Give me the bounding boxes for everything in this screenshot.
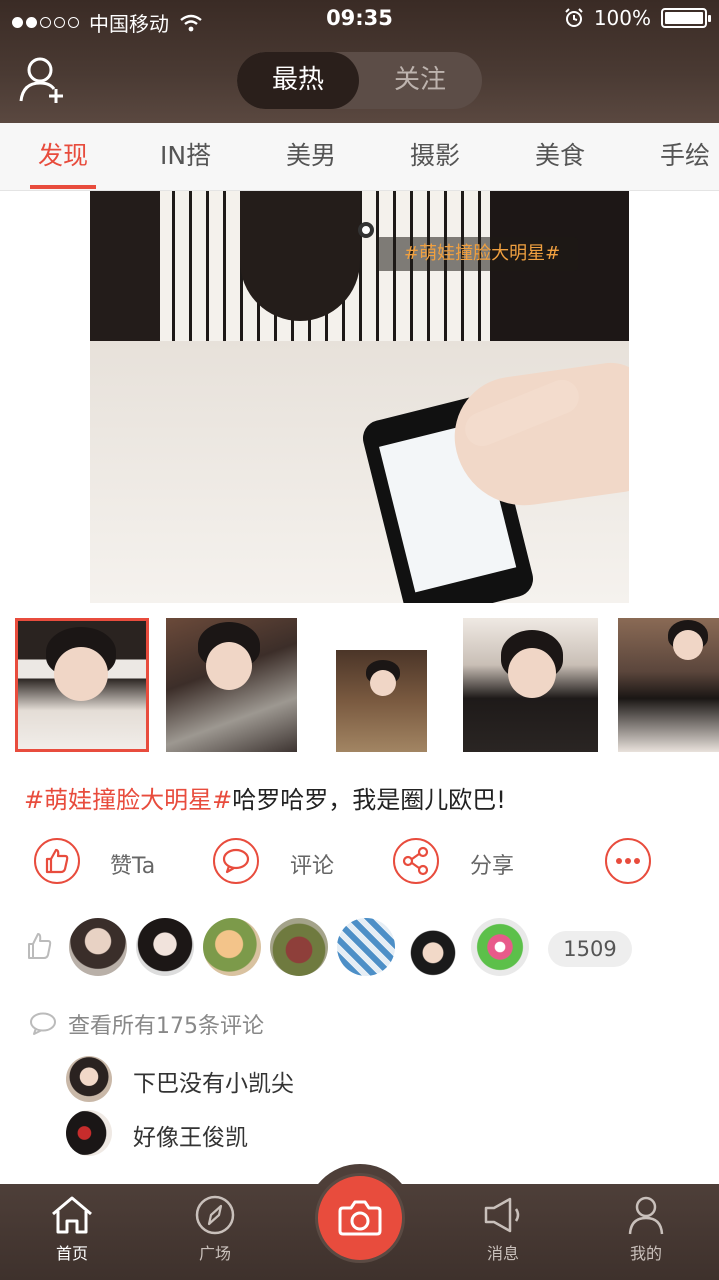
like-label[interactable]: 赞Ta xyxy=(110,848,155,880)
main-photo[interactable]: #萌娃撞脸大明星# xyxy=(90,191,629,603)
top-header: 中国移动 09:35 100% 最热 关注 xyxy=(0,0,719,123)
person-icon xyxy=(628,1196,664,1235)
tab-photography[interactable]: 摄影 xyxy=(410,123,460,191)
photo-thumbnail[interactable] xyxy=(15,618,149,752)
tab-food[interactable]: 美食 xyxy=(535,123,585,191)
tab-in-style[interactable]: IN搭 xyxy=(160,123,211,191)
tab-messages-label: 消息 xyxy=(486,1244,519,1263)
liker-avatar[interactable] xyxy=(203,918,261,976)
photo-thumbnail[interactable] xyxy=(166,618,297,752)
tab-drawing[interactable]: 手绘 xyxy=(660,123,710,191)
liker-avatar[interactable] xyxy=(471,918,529,976)
photo-topic-tag[interactable]: #萌娃撞脸大明星# xyxy=(376,237,579,271)
segment-following[interactable]: 关注 xyxy=(359,52,481,109)
camera-button[interactable] xyxy=(315,1173,405,1263)
tab-square[interactable]: 广场 xyxy=(180,1194,250,1264)
tab-home-label: 首页 xyxy=(55,1244,88,1263)
more-button[interactable] xyxy=(605,838,651,884)
share-label[interactable]: 分享 xyxy=(470,848,514,880)
like-icon xyxy=(45,848,69,874)
like-icon xyxy=(28,933,52,959)
tab-me-label: 我的 xyxy=(629,1244,662,1263)
comment-button[interactable] xyxy=(213,838,259,884)
liker-avatar[interactable] xyxy=(136,918,194,976)
caption-hashtag[interactable]: #萌娃撞脸大明星# xyxy=(24,786,232,814)
comment-text: 好像王俊凯 xyxy=(133,1125,248,1151)
liker-avatar[interactable] xyxy=(337,918,395,976)
more-icon xyxy=(616,858,640,864)
share-icon xyxy=(402,846,429,876)
tag-anchor-dot xyxy=(358,222,374,238)
camera-icon xyxy=(338,1200,382,1236)
like-button[interactable] xyxy=(34,838,80,884)
liker-avatar[interactable] xyxy=(69,918,127,976)
photo-thumbnail[interactable] xyxy=(463,618,598,752)
megaphone-icon xyxy=(484,1197,520,1233)
tab-me[interactable]: 我的 xyxy=(611,1194,681,1264)
comment-icon xyxy=(30,1012,56,1035)
share-button[interactable] xyxy=(393,838,439,884)
battery-percent: 100% xyxy=(593,6,651,30)
home-icon xyxy=(52,1196,92,1234)
category-tabs: 发现 IN搭 美男 摄影 美食 手绘 xyxy=(0,123,719,191)
view-all-comments-label: 查看所有175条评论 xyxy=(68,1014,264,1039)
battery-icon xyxy=(661,8,711,28)
add-user-icon xyxy=(19,57,63,103)
comment-icon xyxy=(222,848,250,874)
tab-handsome[interactable]: 美男 xyxy=(286,123,336,191)
comment-label[interactable]: 评论 xyxy=(290,848,334,880)
active-tab-indicator xyxy=(30,185,96,189)
feed-segment-control: 最热 关注 xyxy=(237,52,482,109)
photo-thumbnail[interactable] xyxy=(618,618,719,752)
tab-discover[interactable]: 发现 xyxy=(38,123,88,191)
post-caption: #萌娃撞脸大明星#哈罗哈罗，我是圈儿欧巴! xyxy=(24,780,506,815)
comment-text: 下巴没有小凯尖 xyxy=(133,1071,294,1097)
add-friend-button[interactable] xyxy=(18,55,66,105)
caption-text: 哈罗哈罗，我是圈儿欧巴! xyxy=(232,786,506,814)
compass-icon xyxy=(195,1195,235,1235)
commenter-avatar[interactable] xyxy=(66,1110,112,1156)
tab-square-label: 广场 xyxy=(198,1244,231,1263)
commenter-avatar[interactable] xyxy=(66,1056,112,1102)
photo-thumbnail[interactable] xyxy=(336,618,427,752)
status-bar: 中国移动 09:35 100% xyxy=(0,0,719,40)
alarm-icon xyxy=(565,8,583,27)
view-all-comments-link[interactable]: 查看所有175条评论 xyxy=(28,1008,264,1040)
tab-messages[interactable]: 消息 xyxy=(468,1194,538,1264)
liker-avatar[interactable] xyxy=(270,918,328,976)
segment-hot[interactable]: 最热 xyxy=(237,52,359,109)
liker-avatar[interactable] xyxy=(404,918,462,976)
tab-home[interactable]: 首页 xyxy=(37,1194,107,1264)
like-count-badge[interactable]: 1509 xyxy=(548,931,632,967)
